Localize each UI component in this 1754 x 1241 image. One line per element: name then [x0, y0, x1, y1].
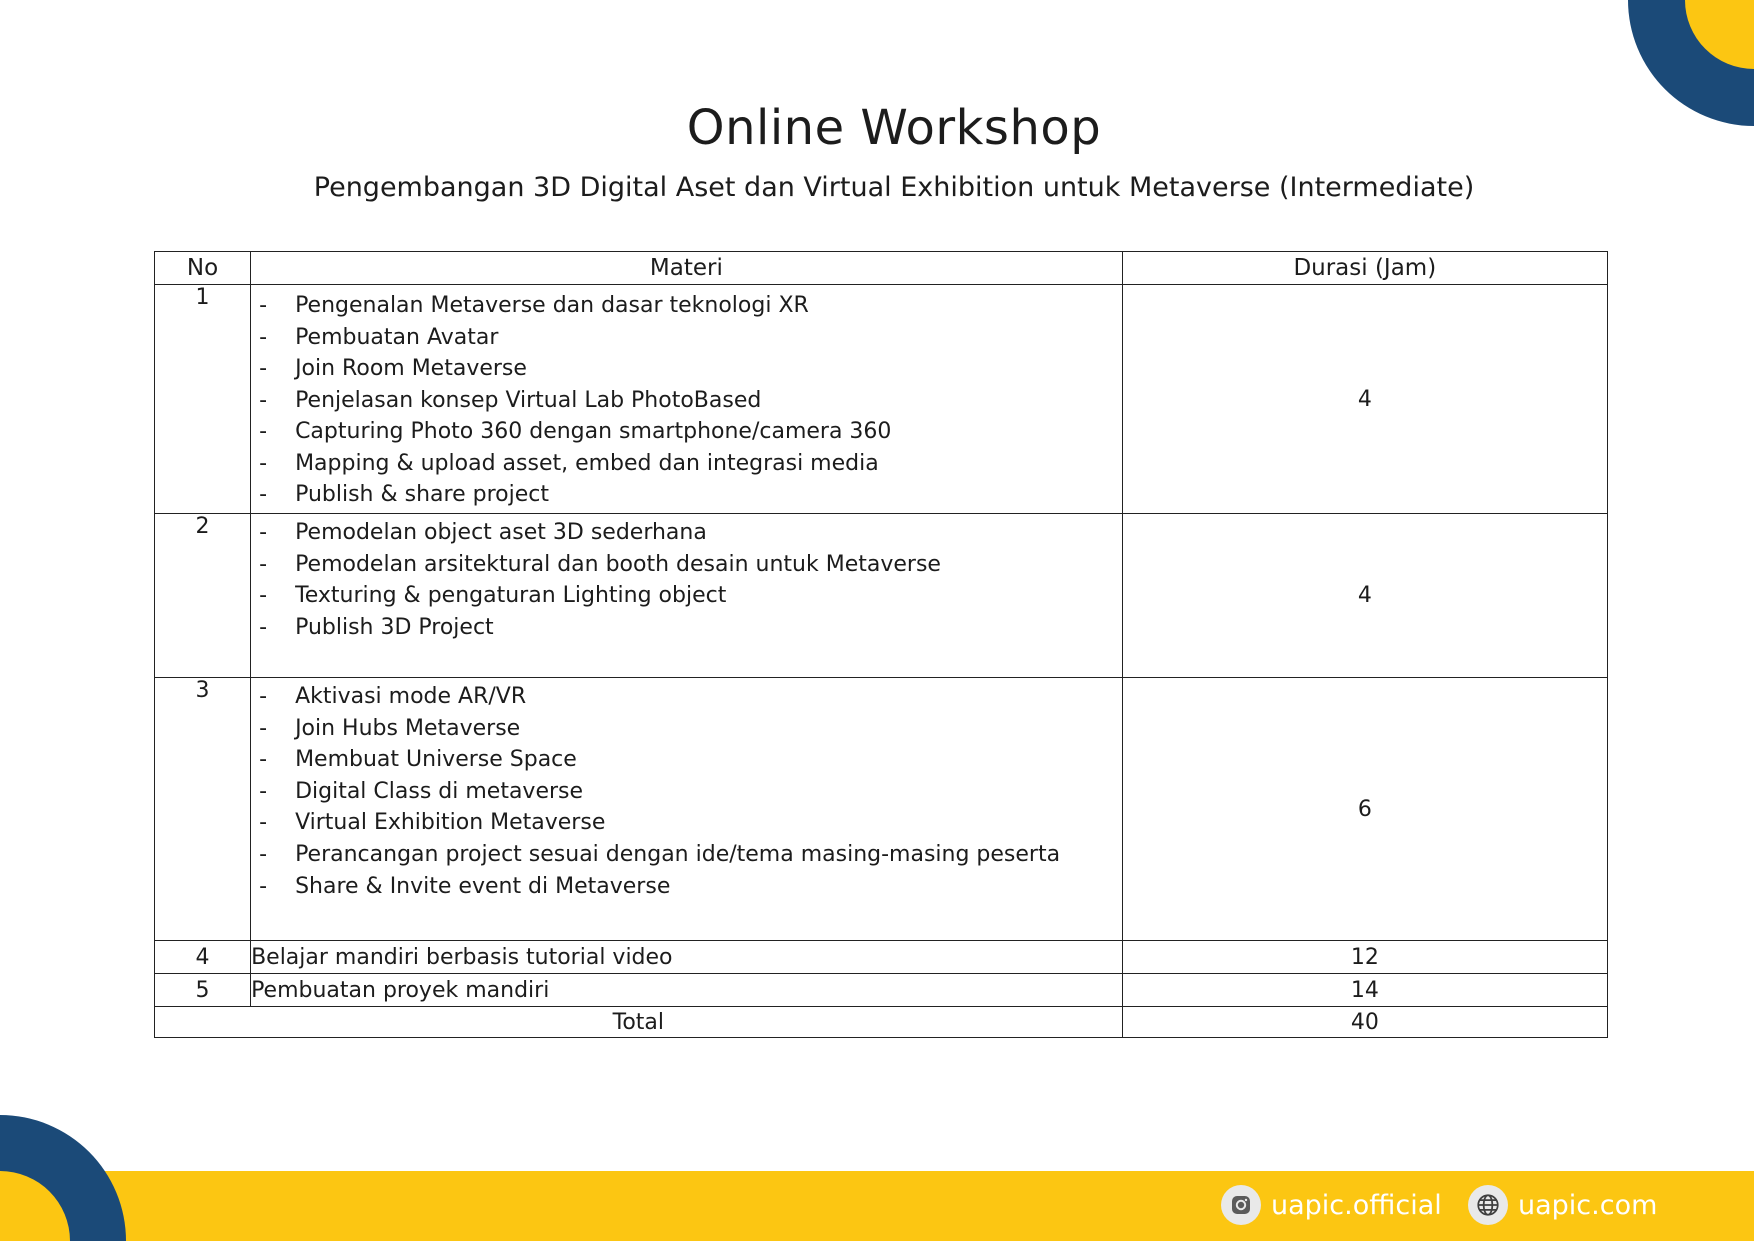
list-item: Publish & share project: [251, 479, 1122, 511]
row-durasi: 6: [1121, 677, 1609, 941]
row-durasi: 14: [1121, 973, 1609, 1007]
list-item: Virtual Exhibition Metaverse: [251, 807, 1122, 839]
instagram-handle: uapic.official: [1271, 1189, 1442, 1221]
globe-icon: [1468, 1185, 1508, 1225]
total-value: 40: [1121, 1006, 1609, 1038]
materi-list: Aktivasi mode AR/VR Join Hubs Metaverse …: [251, 678, 1122, 902]
list-item: Join Hubs Metaverse: [251, 713, 1122, 745]
corner-decoration-bottom: [0, 1115, 126, 1241]
total-row: Total 40: [154, 1006, 1609, 1038]
row-number: 3: [153, 677, 252, 941]
list-item: Pemodelan object aset 3D sederhana: [251, 517, 1122, 549]
list-item: Pengenalan Metaverse dan dasar teknologi…: [251, 290, 1122, 322]
table-row: 1 Pengenalan Metaverse dan dasar teknolo…: [153, 284, 1609, 514]
row-materi: Belajar mandiri berbasis tutorial video: [250, 940, 1123, 974]
row-materi: Pemodelan object aset 3D sederhana Pemod…: [250, 513, 1123, 678]
list-item: Pembuatan Avatar: [251, 322, 1122, 354]
materi-list: Pengenalan Metaverse dan dasar teknologi…: [251, 287, 1122, 511]
row-number: 1: [153, 284, 252, 514]
table-header-row: No Materi Durasi (Jam): [153, 251, 1609, 285]
table-row: 4 Belajar mandiri berbasis tutorial vide…: [153, 940, 1609, 974]
list-item: Pemodelan arsitektural dan booth desain …: [251, 549, 1122, 581]
list-item: Texturing & pengaturan Lighting object: [251, 580, 1122, 612]
header-materi: Materi: [250, 251, 1123, 285]
list-item: Perancangan project sesuai dengan ide/te…: [251, 839, 1122, 871]
row-number: 2: [153, 513, 252, 678]
total-label: Total: [154, 1006, 1123, 1038]
table-row: 2 Pemodelan object aset 3D sederhana Pem…: [153, 513, 1609, 678]
list-item: Share & Invite event di Metaverse: [251, 871, 1122, 903]
list-item: Mapping & upload asset, embed dan integr…: [251, 448, 1122, 480]
row-materi: Pengenalan Metaverse dan dasar teknologi…: [250, 284, 1123, 514]
row-materi: Pembuatan proyek mandiri: [250, 973, 1123, 1007]
list-item: Membuat Universe Space: [251, 744, 1122, 776]
materi-list: Pemodelan object aset 3D sederhana Pemod…: [251, 514, 1122, 643]
list-item: Digital Class di metaverse: [251, 776, 1122, 808]
list-item: Join Room Metaverse: [251, 353, 1122, 385]
list-item: Capturing Photo 360 dengan smartphone/ca…: [251, 416, 1122, 448]
page-subtitle: Pengembangan 3D Digital Aset dan Virtual…: [313, 172, 1475, 203]
schedule-table: No Materi Durasi (Jam) 1 Pengenalan Meta…: [153, 251, 1609, 1038]
header-no: No: [153, 251, 252, 285]
row-durasi: 12: [1121, 940, 1609, 974]
table-row: 3 Aktivasi mode AR/VR Join Hubs Metavers…: [153, 677, 1609, 941]
row-durasi: 4: [1121, 284, 1609, 514]
row-number: 4: [153, 940, 252, 974]
row-durasi: 4: [1121, 513, 1609, 678]
instagram-link[interactable]: uapic.official: [1221, 1183, 1442, 1227]
list-item: Penjelasan konsep Virtual Lab PhotoBased: [251, 385, 1122, 417]
list-item: Publish 3D Project: [251, 612, 1122, 644]
list-item: Aktivasi mode AR/VR: [251, 681, 1122, 713]
instagram-icon: [1221, 1185, 1261, 1225]
website-link[interactable]: uapic.com: [1468, 1183, 1657, 1227]
row-materi: Aktivasi mode AR/VR Join Hubs Metaverse …: [250, 677, 1123, 941]
website-url: uapic.com: [1518, 1189, 1658, 1221]
row-number: 5: [153, 973, 252, 1007]
header-durasi: Durasi (Jam): [1121, 251, 1609, 285]
table-row: 5 Pembuatan proyek mandiri 14: [153, 973, 1609, 1007]
page-title: Online Workshop: [686, 100, 1102, 156]
